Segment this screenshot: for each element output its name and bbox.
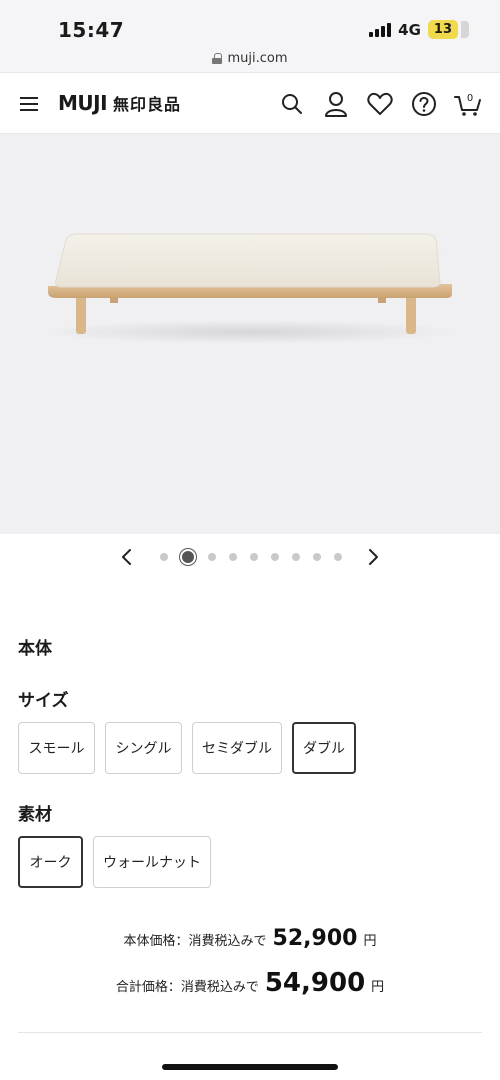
size-option-single[interactable]: シングル bbox=[105, 722, 182, 774]
total-price-value: 54,900 bbox=[264, 968, 366, 998]
carousel-dots bbox=[160, 551, 342, 563]
carousel-dot[interactable] bbox=[271, 553, 279, 561]
size-options: スモール シングル セミダブル ダブル bbox=[18, 722, 356, 774]
carousel-dot[interactable] bbox=[250, 553, 258, 561]
body-price-row: 本体価格：消費税込みで 52,900 円 bbox=[0, 926, 500, 951]
status-bar: 15:47 4G 13 bbox=[0, 0, 500, 44]
body-price-currency: 円 bbox=[363, 934, 377, 949]
network-type: 4G bbox=[398, 20, 421, 39]
size-option-small[interactable]: スモール bbox=[18, 722, 95, 774]
carousel-dot-active[interactable] bbox=[182, 551, 194, 563]
carousel-dot[interactable] bbox=[334, 553, 342, 561]
lock-icon bbox=[212, 52, 223, 64]
size-section-title: サイズ bbox=[18, 691, 69, 711]
cart-icon[interactable]: 0 bbox=[454, 90, 482, 118]
image-carousel-nav bbox=[0, 542, 500, 572]
material-section-title: 素材 bbox=[18, 805, 52, 825]
muji-logo[interactable]: MUJI 無印良品 bbox=[58, 91, 181, 115]
chevron-left-icon[interactable] bbox=[118, 548, 136, 566]
battery-icon: 13 bbox=[427, 20, 470, 39]
user-icon[interactable] bbox=[322, 90, 350, 118]
product-image[interactable] bbox=[0, 134, 500, 534]
search-icon[interactable] bbox=[278, 90, 306, 118]
carousel-dot[interactable] bbox=[208, 553, 216, 561]
body-price-value: 52,900 bbox=[272, 926, 358, 951]
material-options: オーク ウォールナット bbox=[18, 836, 211, 888]
home-indicator[interactable] bbox=[162, 1064, 338, 1070]
chevron-right-icon[interactable] bbox=[364, 548, 382, 566]
carousel-dot[interactable] bbox=[229, 553, 237, 561]
hamburger-menu-icon[interactable] bbox=[20, 97, 38, 111]
signal-icon bbox=[369, 22, 392, 37]
carousel-dot[interactable] bbox=[313, 553, 321, 561]
site-header: MUJI 無印良品 0 bbox=[0, 72, 500, 134]
material-option-oak[interactable]: オーク bbox=[18, 836, 83, 888]
status-time: 15:47 bbox=[58, 18, 125, 42]
bed-illustration bbox=[40, 233, 460, 344]
carousel-dot[interactable] bbox=[160, 553, 168, 561]
help-icon[interactable] bbox=[410, 90, 438, 118]
total-price-currency: 円 bbox=[371, 980, 385, 995]
logo-text-en: MUJI bbox=[58, 91, 108, 115]
header-icons: 0 bbox=[278, 90, 482, 118]
status-indicators: 4G 13 bbox=[369, 20, 470, 39]
material-option-walnut[interactable]: ウォールナット bbox=[93, 836, 211, 888]
heart-icon[interactable] bbox=[366, 90, 394, 118]
total-price-row: 合計価格：消費税込みで 54,900 円 bbox=[0, 968, 500, 998]
cart-count: 0 bbox=[467, 93, 473, 104]
size-option-double[interactable]: ダブル bbox=[292, 722, 356, 774]
body-price-label: 本体価格：消費税込みで bbox=[123, 934, 267, 949]
url-bar[interactable]: muji.com bbox=[0, 44, 500, 72]
size-option-semi-double[interactable]: セミダブル bbox=[192, 722, 282, 774]
logo-text-jp: 無印良品 bbox=[113, 95, 182, 114]
total-price-label: 合計価格：消費税込みで bbox=[115, 980, 259, 995]
url-domain: muji.com bbox=[227, 50, 288, 66]
body-section-title: 本体 bbox=[18, 639, 52, 659]
divider bbox=[18, 1032, 482, 1033]
carousel-dot[interactable] bbox=[292, 553, 300, 561]
